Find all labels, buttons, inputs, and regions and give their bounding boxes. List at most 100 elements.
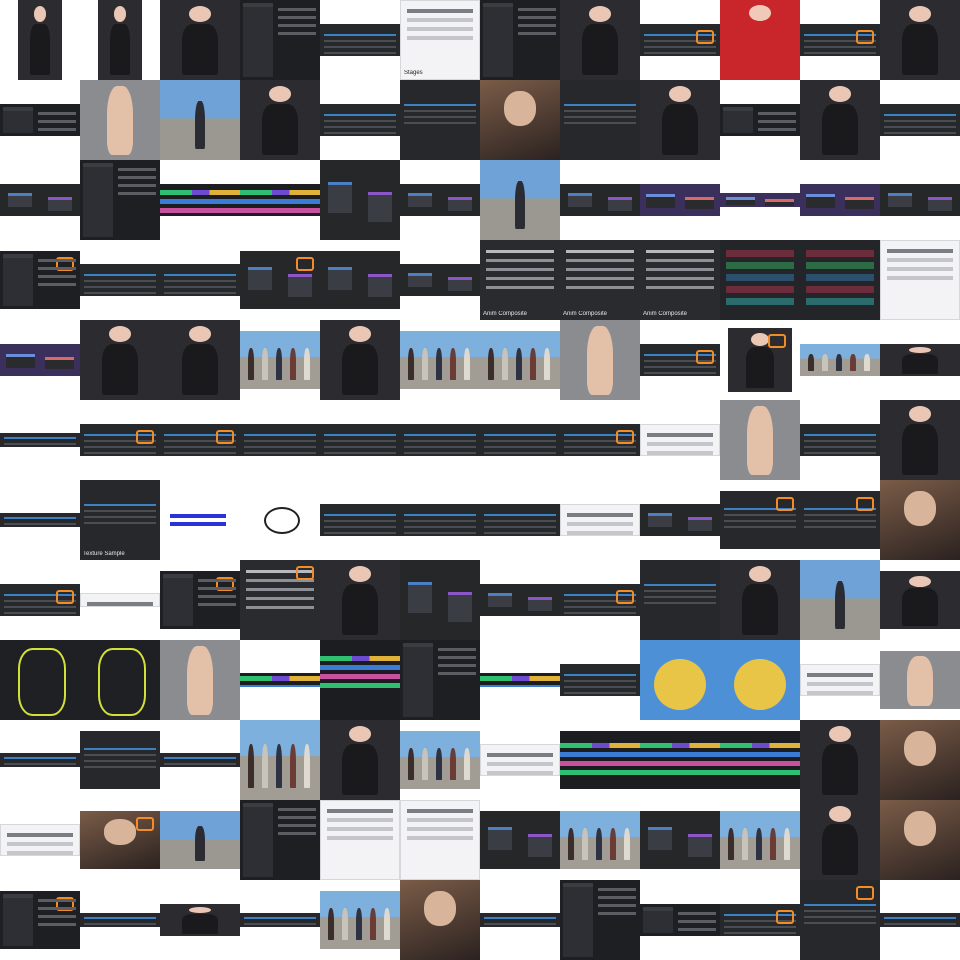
thumbnail-tile[interactable] [480,80,560,160]
thumbnail-tile[interactable] [560,80,640,160]
thumbnail-tile[interactable] [640,400,720,480]
thumbnail-tile[interactable] [160,160,240,240]
thumbnail-tile[interactable] [320,720,400,800]
thumbnail-tile[interactable] [480,320,560,400]
thumbnail-tile[interactable] [800,240,880,320]
thumbnail-tile[interactable] [560,880,640,960]
thumbnail-tile[interactable] [400,640,480,720]
thumbnail-tile[interactable] [240,560,320,640]
thumbnail-tile[interactable] [880,240,960,320]
thumbnail-tile[interactable] [800,720,880,800]
thumbnail-tile[interactable] [480,560,560,640]
thumbnail-tile[interactable] [0,0,80,80]
thumbnail-tile[interactable] [880,880,960,960]
thumbnail-tile[interactable] [880,0,960,80]
thumbnail-tile[interactable] [400,720,480,800]
thumbnail-tile[interactable] [400,560,480,640]
thumbnail-tile[interactable] [640,640,720,720]
thumbnail-tile[interactable] [800,800,880,880]
thumbnail-tile[interactable] [480,480,560,560]
thumbnail-tile[interactable] [640,480,720,560]
thumbnail-tile[interactable] [400,800,480,880]
thumbnail-tile[interactable] [160,320,240,400]
thumbnail-tile[interactable] [560,560,640,640]
thumbnail-tile[interactable] [880,720,960,800]
thumbnail-tile[interactable] [0,640,80,720]
thumbnail-tile[interactable] [480,800,560,880]
thumbnail-tile[interactable] [800,880,880,960]
thumbnail-tile[interactable] [240,320,320,400]
thumbnail-tile[interactable] [160,0,240,80]
thumbnail-tile[interactable] [80,320,160,400]
thumbnail-tile[interactable] [720,720,800,800]
thumbnail-tile[interactable] [720,320,800,400]
thumbnail-tile[interactable] [720,880,800,960]
thumbnail-tile[interactable] [240,0,320,80]
thumbnail-tile[interactable] [240,720,320,800]
thumbnail-tile[interactable]: Anim Composite [480,240,560,320]
thumbnail-tile[interactable] [80,80,160,160]
thumbnail-tile[interactable] [320,0,400,80]
thumbnail-tile[interactable] [80,400,160,480]
thumbnail-tile[interactable] [80,0,160,80]
thumbnail-tile[interactable] [640,80,720,160]
thumbnail-tile[interactable] [720,240,800,320]
thumbnail-tile[interactable] [800,640,880,720]
thumbnail-tile[interactable] [480,0,560,80]
thumbnail-tile[interactable] [80,240,160,320]
thumbnail-tile[interactable] [320,400,400,480]
thumbnail-tile[interactable] [240,640,320,720]
thumbnail-tile[interactable] [160,560,240,640]
thumbnail-tile[interactable] [240,160,320,240]
thumbnail-tile[interactable] [320,320,400,400]
thumbnail-tile[interactable] [640,320,720,400]
thumbnail-tile[interactable] [400,480,480,560]
thumbnail-tile[interactable] [800,160,880,240]
thumbnail-tile[interactable] [320,160,400,240]
thumbnail-tile[interactable] [320,240,400,320]
thumbnail-tile[interactable] [160,720,240,800]
thumbnail-tile[interactable] [160,640,240,720]
thumbnail-tile[interactable] [720,0,800,80]
thumbnail-tile[interactable] [880,560,960,640]
thumbnail-tile[interactable] [240,800,320,880]
thumbnail-tile[interactable] [0,160,80,240]
thumbnail-tile[interactable] [320,640,400,720]
thumbnail-tile[interactable] [400,80,480,160]
thumbnail-tile[interactable] [560,160,640,240]
thumbnail-tile[interactable] [0,720,80,800]
thumbnail-tile[interactable] [880,160,960,240]
thumbnail-tile[interactable] [880,480,960,560]
thumbnail-tile[interactable] [480,720,560,800]
thumbnail-tile[interactable] [560,0,640,80]
thumbnail-tile[interactable] [800,400,880,480]
thumbnail-tile[interactable] [880,400,960,480]
thumbnail-tile[interactable] [800,80,880,160]
thumbnail-tile[interactable] [800,560,880,640]
thumbnail-tile[interactable] [560,720,640,800]
thumbnail-tile[interactable] [800,0,880,80]
thumbnail-tile[interactable] [80,800,160,880]
thumbnail-tile[interactable] [240,480,320,560]
thumbnail-tile[interactable] [880,640,960,720]
thumbnail-tile[interactable] [640,880,720,960]
thumbnail-tile[interactable] [0,320,80,400]
thumbnail-tile[interactable] [720,480,800,560]
thumbnail-tile[interactable] [0,560,80,640]
thumbnail-tile[interactable] [160,400,240,480]
thumbnail-tile[interactable] [160,240,240,320]
thumbnail-tile[interactable] [0,480,80,560]
thumbnail-tile[interactable] [320,80,400,160]
thumbnail-tile[interactable] [880,80,960,160]
thumbnail-tile[interactable] [560,320,640,400]
thumbnail-tile[interactable] [160,480,240,560]
thumbnail-tile[interactable] [880,320,960,400]
thumbnail-tile[interactable] [0,880,80,960]
thumbnail-tile[interactable] [0,800,80,880]
thumbnail-tile[interactable] [160,800,240,880]
thumbnail-tile[interactable] [720,800,800,880]
thumbnail-tile[interactable]: Texture Sample [80,480,160,560]
thumbnail-tile[interactable] [720,400,800,480]
thumbnail-tile[interactable] [480,400,560,480]
thumbnail-tile[interactable] [720,640,800,720]
